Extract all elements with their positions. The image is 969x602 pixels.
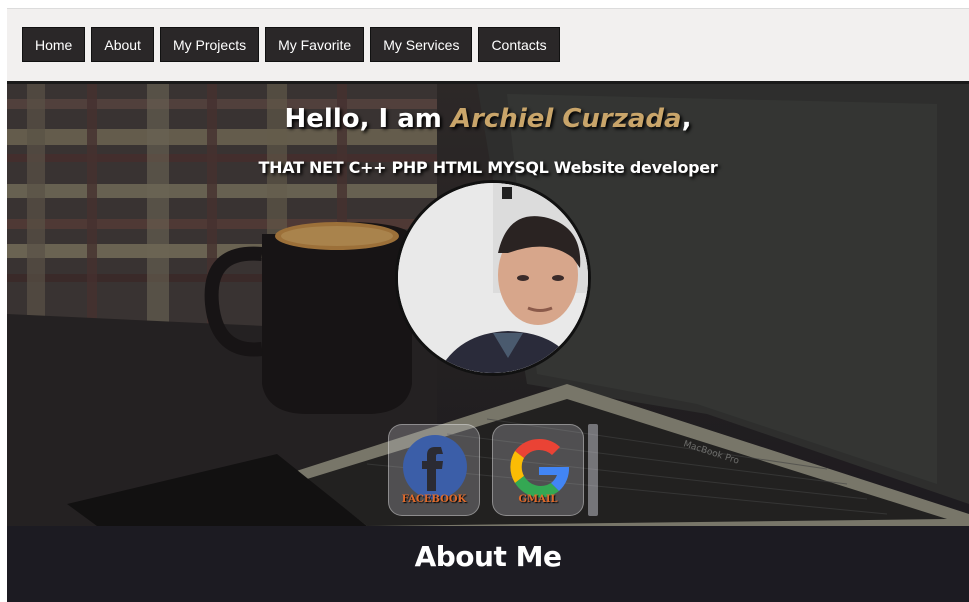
facebook-link-button[interactable]: FACEBOOK xyxy=(388,424,480,516)
about-section: About Me xyxy=(7,526,969,602)
profile-photo xyxy=(398,183,588,373)
gmail-link-button[interactable]: GMAIL xyxy=(492,424,584,516)
page: Home About My Projects My Favorite My Se… xyxy=(7,8,969,602)
nav-contacts-button[interactable]: Contacts xyxy=(478,27,560,62)
nav-home-button[interactable]: Home xyxy=(22,27,86,62)
hero-title: Hello, I am Archiel Curzada, xyxy=(7,104,969,134)
about-title: About Me xyxy=(414,540,562,573)
hero-greeting: Hello, I am xyxy=(284,104,451,134)
main-nav: Home About My Projects My Favorite My Se… xyxy=(22,27,560,62)
facebook-label: FACEBOOK xyxy=(401,494,467,505)
hero-subtitle: THAT NET C++ PHP HTML MYSQL Website deve… xyxy=(258,158,718,177)
hero-name: Archiel Curzada xyxy=(450,104,682,134)
social-item-partial xyxy=(588,424,598,516)
nav-projects-button[interactable]: My Projects xyxy=(159,27,260,62)
profile-avatar xyxy=(395,180,591,376)
gmail-label: GMAIL xyxy=(518,494,558,505)
nav-about-button[interactable]: About xyxy=(91,27,154,62)
hero-section: MacBook Pro Hello, I am Archiel Curzada,… xyxy=(7,84,969,526)
nav-services-button[interactable]: My Services xyxy=(370,27,473,62)
hero-comma: , xyxy=(681,104,692,134)
nav-favorite-button[interactable]: My Favorite xyxy=(265,27,365,62)
